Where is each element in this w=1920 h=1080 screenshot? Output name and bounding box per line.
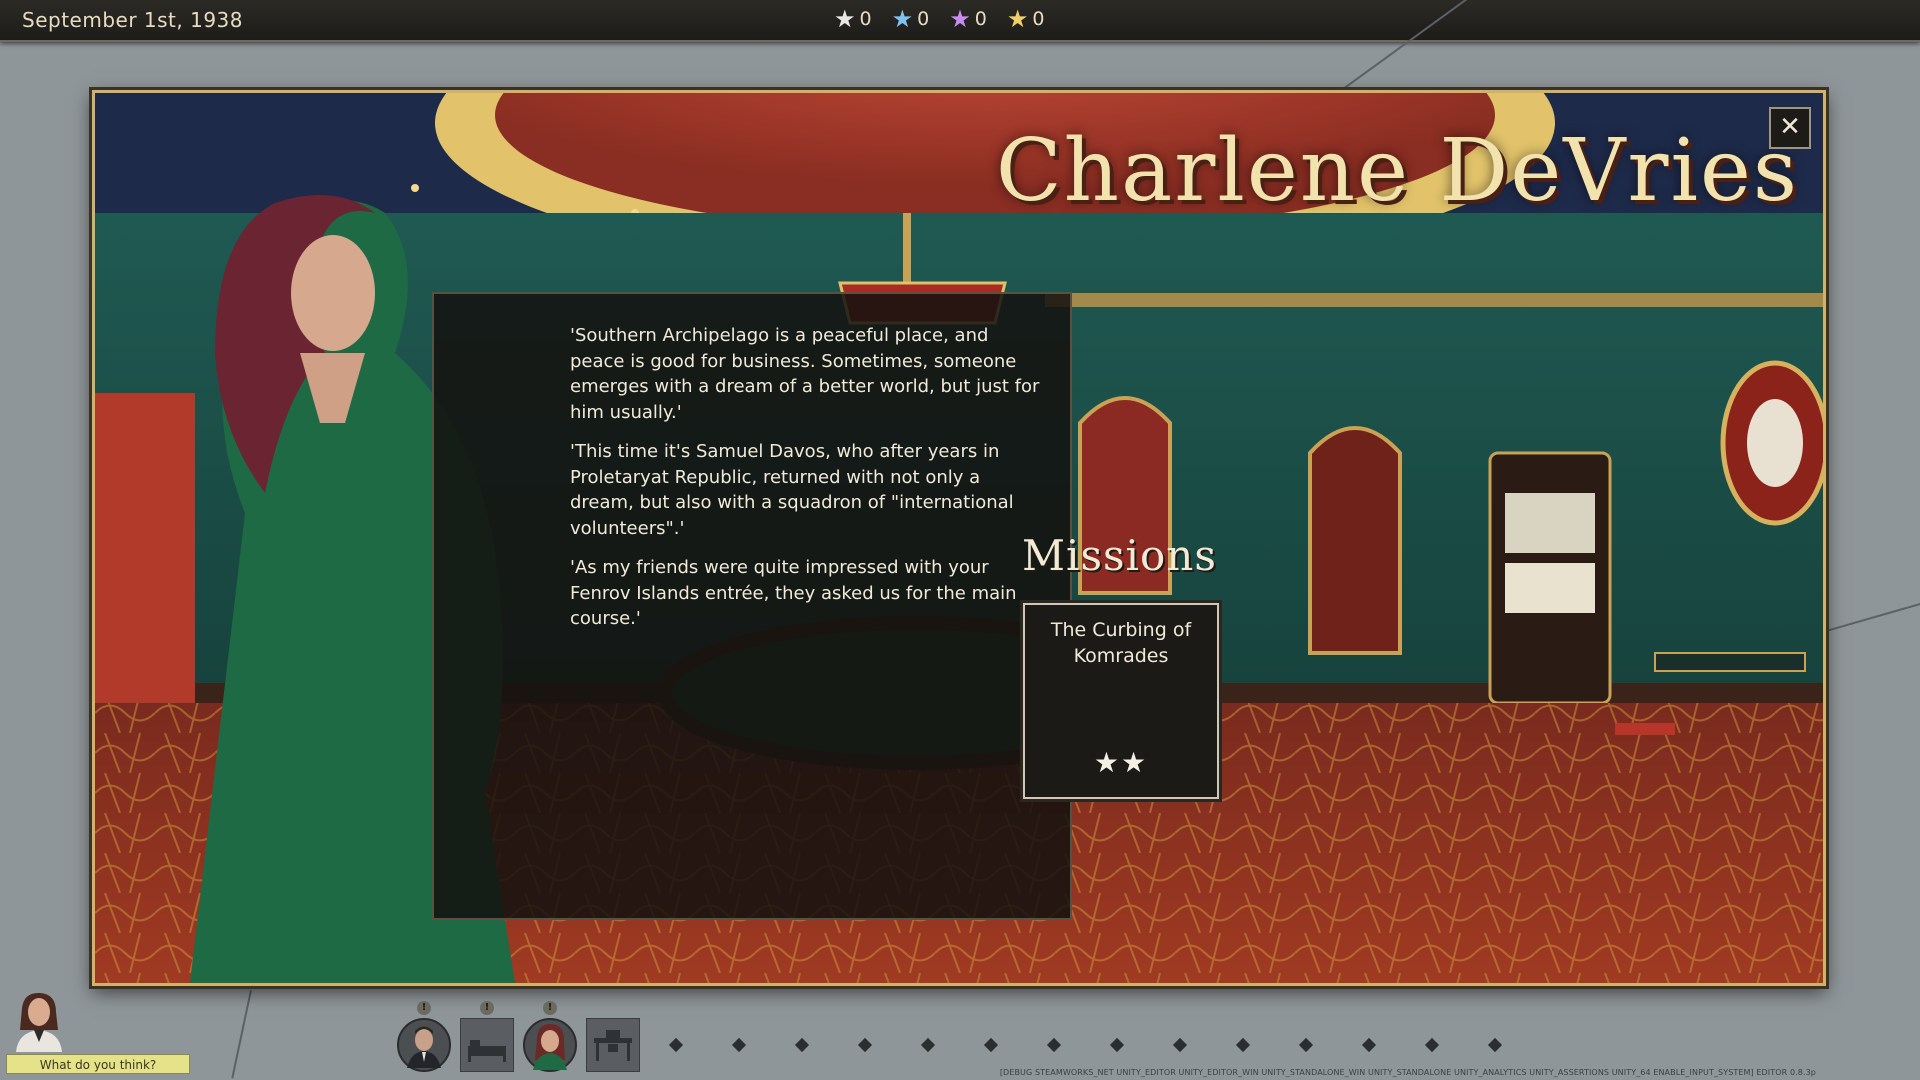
star-count: 0 [917,8,930,30]
timeline-marker[interactable] [1172,1037,1188,1053]
timeline-marker[interactable] [1298,1037,1314,1053]
blue-star-icon: ★ [891,5,914,33]
timeline-marker[interactable] [1235,1037,1251,1053]
story-paragraph: 'As my friends were quite impressed with… [570,557,1017,629]
star-counter-blue: ★ 0 [892,7,930,31]
timeline-marker[interactable] [1109,1037,1125,1053]
missions-heading: Missions [1022,531,1217,580]
story-paragraph: 'Southern Archipelago is a peaceful plac… [570,325,1040,423]
top-bar: September 1st, 1938 ★ 0 ★ 0 ★ 0 ★ 0 [0,0,1920,42]
close-button[interactable]: ✕ [1769,107,1811,149]
star-counter-gold: ★ 0 [1007,7,1045,31]
portrait-man-icon [397,1018,451,1072]
timeline-marker[interactable] [857,1037,873,1053]
timeline-marker[interactable] [1361,1037,1377,1053]
map-border-line [231,990,252,1079]
alert-badge: ! [480,1001,494,1015]
story-paragraph: 'This time it's Samuel Davos, who after … [570,441,1014,539]
alert-badge: ! [543,1001,557,1015]
star-count: 0 [859,8,872,30]
timeline-marker[interactable] [668,1037,684,1053]
alert-badge: ! [417,1001,431,1015]
mission-difficulty-stars: ★★ [1093,746,1149,779]
character-dialog: Charlene DeVries ✕ 'Southern Archipelago… [92,90,1826,986]
game-date: September 1st, 1938 [22,8,244,32]
dock-slot-rest[interactable] [459,1017,515,1073]
portrait-woman-icon [523,1018,577,1072]
map-border-line [1826,599,1920,632]
star-counter-white: ★ 0 [834,7,872,31]
advisor-avatar-icon [16,992,62,1052]
timeline-marker[interactable] [794,1037,810,1053]
desk-icon [585,1017,641,1073]
purple-star-icon: ★ [949,5,971,33]
timeline-marker[interactable] [1487,1037,1503,1053]
timeline-marker[interactable] [731,1037,747,1053]
dock-slot-advisor-man[interactable] [397,1018,451,1072]
close-icon: ✕ [1779,112,1801,142]
star-counters: ★ 0 ★ 0 ★ 0 ★ 0 [834,7,1044,31]
timeline-marker[interactable] [1424,1037,1440,1053]
white-star-icon: ★ [834,5,856,33]
character-name-title: Charlene DeVries [995,121,1799,221]
dock-slot-office[interactable] [585,1017,641,1073]
star-count: 0 [1032,8,1045,30]
timeline-marker[interactable] [920,1037,936,1053]
debug-build-info: [DEBUG STEAMWORKS_NET UNITY_EDITOR UNITY… [999,1068,1816,1077]
dock-slot-charlene[interactable] [523,1018,577,1072]
mission-title: The Curbing of Komrades [1050,619,1192,667]
advisor-prompt-button[interactable]: What do you think? [6,1054,190,1074]
mission-card[interactable]: The Curbing of Komrades ★★ [1023,603,1219,799]
advisor-portrait[interactable] [10,990,68,1052]
timeline-marker[interactable] [983,1037,999,1053]
story-text: 'Southern Archipelago is a peaceful plac… [570,323,1040,646]
star-count: 0 [974,8,987,30]
timeline-marker[interactable] [1046,1037,1062,1053]
gold-star-icon: ★ [1006,5,1029,33]
story-panel: 'Southern Archipelago is a peaceful plac… [432,292,1072,920]
bed-icon [459,1017,515,1073]
star-counter-purple: ★ 0 [949,7,987,31]
